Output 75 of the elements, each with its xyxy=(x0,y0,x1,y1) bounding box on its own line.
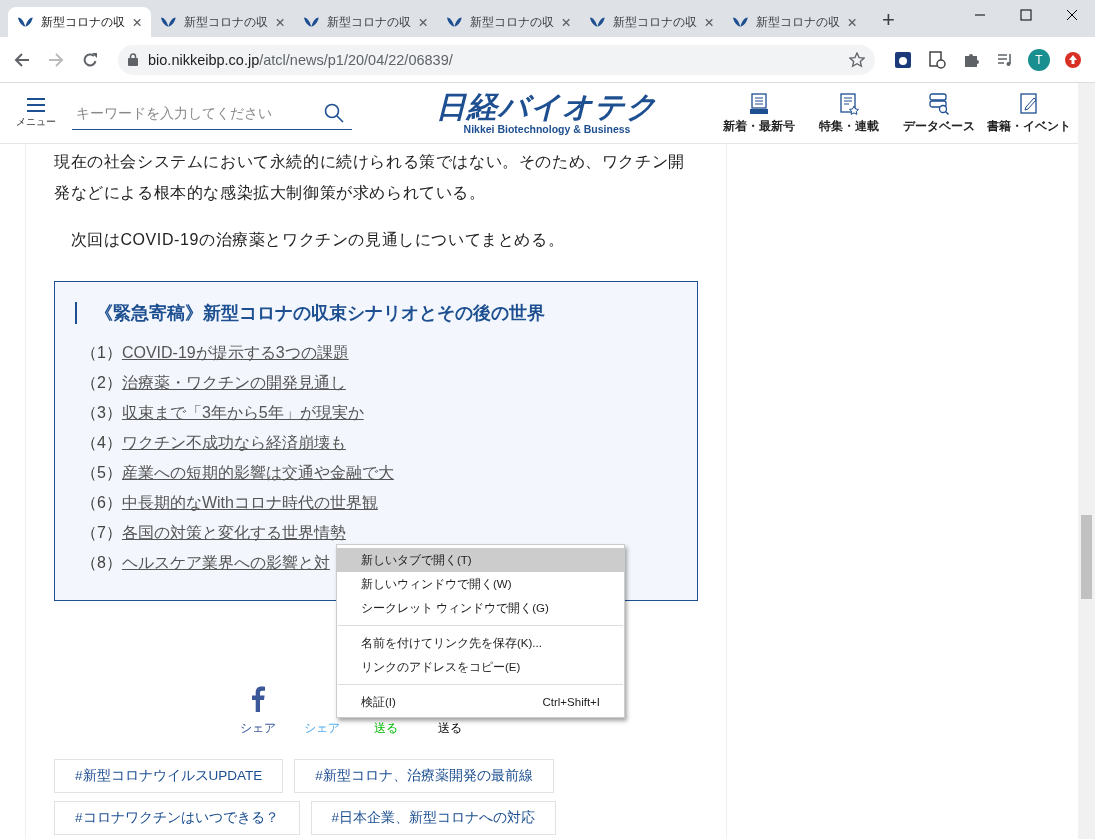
browser-tab[interactable]: 新型コロナの収 xyxy=(294,7,437,37)
article-link[interactable]: 各国の対策と変化する世界情勢 xyxy=(121,518,346,548)
playlist-icon[interactable] xyxy=(997,51,1013,68)
article-link[interactable]: COVID-19が提示する3つの課題 xyxy=(121,338,349,368)
menu-item[interactable]: 新しいウィンドウで開く(W) xyxy=(337,572,624,596)
browser-tab[interactable]: 新型コロナの収 xyxy=(437,7,580,37)
butterfly-icon xyxy=(590,16,605,28)
site-logo[interactable]: 日経バイオテク xyxy=(436,91,658,123)
butterfly-icon xyxy=(733,16,748,28)
article-link[interactable]: 収束まで「3年から5年」が現実か xyxy=(121,398,364,428)
article-paragraph: 次回はCOVID-19の治療薬とワクチンの見通しについてまとめる。 xyxy=(69,230,566,250)
close-icon[interactable] xyxy=(275,17,284,27)
article-link[interactable]: 治療薬・ワクチンの開発見通し xyxy=(121,368,346,398)
article-paragraph: 現在の社会システムにおいて永続的に続けられる策ではない。そのため、ワクチン開発などによる根本的な感染拡大制御策が求められている。 xyxy=(54,152,686,203)
browser-tab[interactable]: 新型コロナの収 xyxy=(580,7,723,37)
upload-icon[interactable] xyxy=(1064,50,1082,69)
profile-avatar[interactable]: T xyxy=(1028,48,1050,71)
list-number: （5） xyxy=(80,463,122,483)
article-link[interactable]: 中長期的なWithコロナ時代の世界観 xyxy=(121,488,378,518)
nav-link[interactable]: 書籍・イベント xyxy=(984,91,1074,135)
list-number: （3） xyxy=(80,403,122,423)
list-number: （8） xyxy=(80,553,122,573)
topic-tag[interactable]: #コロナワクチンはいつできる？ xyxy=(54,801,300,835)
menu-button[interactable]: メニュー xyxy=(16,97,56,129)
series-title: 《緊急寄稿》新型コロナの収束シナリオとその後の世界 xyxy=(75,302,677,324)
butterfly-icon xyxy=(161,16,176,28)
document-icon[interactable] xyxy=(928,50,946,69)
list-number: （1） xyxy=(80,343,122,363)
logo-subtitle: Nikkei Biotechnology & Business xyxy=(463,123,631,135)
menu-item[interactable]: 検証(I) Ctrl+Shift+I xyxy=(337,690,624,714)
close-icon[interactable] xyxy=(561,17,570,27)
back-icon[interactable] xyxy=(14,51,30,68)
share-label[interactable]: シェア xyxy=(240,720,276,737)
list-number: （2） xyxy=(80,373,122,393)
newspaper-icon xyxy=(749,92,769,115)
nav-link[interactable]: 特集・連載 xyxy=(804,91,894,135)
nav-link[interactable]: データベース xyxy=(894,91,984,135)
topic-tag[interactable]: #新型コロナ、治療薬開発の最前線 xyxy=(294,759,554,793)
share-label[interactable]: 送る xyxy=(438,720,462,737)
nav-link[interactable]: 新着・最新号 xyxy=(714,91,804,135)
list-number: （6） xyxy=(80,493,122,513)
address-bar[interactable]: bio.nikkeibp.co.jp/atcl/news/p1/20/04/22/06839/ xyxy=(118,44,875,75)
menu-item[interactable]: シークレット ウィンドウで開く(G) xyxy=(337,596,624,620)
close-icon[interactable] xyxy=(132,17,141,27)
close-icon[interactable] xyxy=(704,17,713,27)
browser-tab[interactable]: 新型コロナの収 xyxy=(151,7,294,37)
topic-tag[interactable]: #日本企業、新型コロナへの対応 xyxy=(310,801,557,835)
browser-tab[interactable]: 新型コロナの収 xyxy=(723,7,866,37)
browser-tab[interactable]: 新型コロナの収 xyxy=(8,7,151,37)
butterfly-icon xyxy=(304,16,319,28)
article-link[interactable]: ワクチン不成功なら経済崩壊も xyxy=(121,428,346,458)
menu-item[interactable]: 名前を付けてリンク先を保存(K)... xyxy=(337,631,624,655)
list-number: （7） xyxy=(80,523,122,543)
article-link[interactable]: 産業への短期的影響は交通や金融で大 xyxy=(121,458,394,488)
scrollbar[interactable] xyxy=(1078,83,1095,839)
database-search-icon xyxy=(928,92,950,115)
butterfly-icon xyxy=(447,16,462,28)
topic-tag[interactable]: #新型コロナウイルスUPDATE xyxy=(54,759,284,793)
extension-icon[interactable] xyxy=(894,50,912,69)
lock-icon xyxy=(128,53,138,66)
close-icon[interactable] xyxy=(418,17,427,27)
menu-item[interactable]: 新しいタブで開く(T) xyxy=(337,548,624,572)
book-pen-icon xyxy=(1019,92,1039,115)
new-tab-button[interactable]: + xyxy=(878,7,899,33)
menu-icon xyxy=(26,97,46,113)
puzzle-icon[interactable] xyxy=(963,51,979,68)
close-icon[interactable] xyxy=(847,17,856,27)
facebook-icon[interactable] xyxy=(251,686,265,712)
reload-icon[interactable] xyxy=(82,51,98,68)
list-number: （4） xyxy=(80,433,122,453)
star-icon[interactable] xyxy=(849,51,865,68)
search-icon[interactable] xyxy=(324,103,344,123)
menu-item[interactable]: リンクのアドレスをコピー(E) xyxy=(337,655,624,679)
butterfly-icon xyxy=(18,16,33,28)
article-link[interactable]: ヘルスケア業界への影響と対 xyxy=(121,548,330,578)
